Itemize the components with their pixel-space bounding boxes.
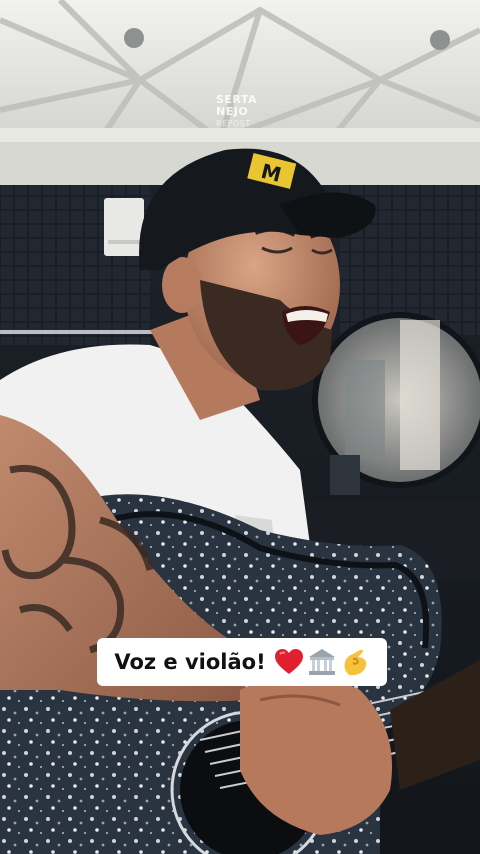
caption-text: Voz e violão! [114,650,266,674]
watermark-line-2: NEJO [216,105,249,118]
classical-building-icon [308,649,335,675]
watermark-line-3: REPOST [216,119,251,128]
red-heart-icon [274,649,303,674]
caption-emojis [274,647,370,677]
pinching-hand-icon [344,649,366,676]
caption-sticker: Voz e violão! [97,638,387,686]
channel-watermark: SERTA NEJO REPOST [216,94,264,130]
video-frame: M SERTA NEJO REPOST Voz e violão! [0,0,480,854]
